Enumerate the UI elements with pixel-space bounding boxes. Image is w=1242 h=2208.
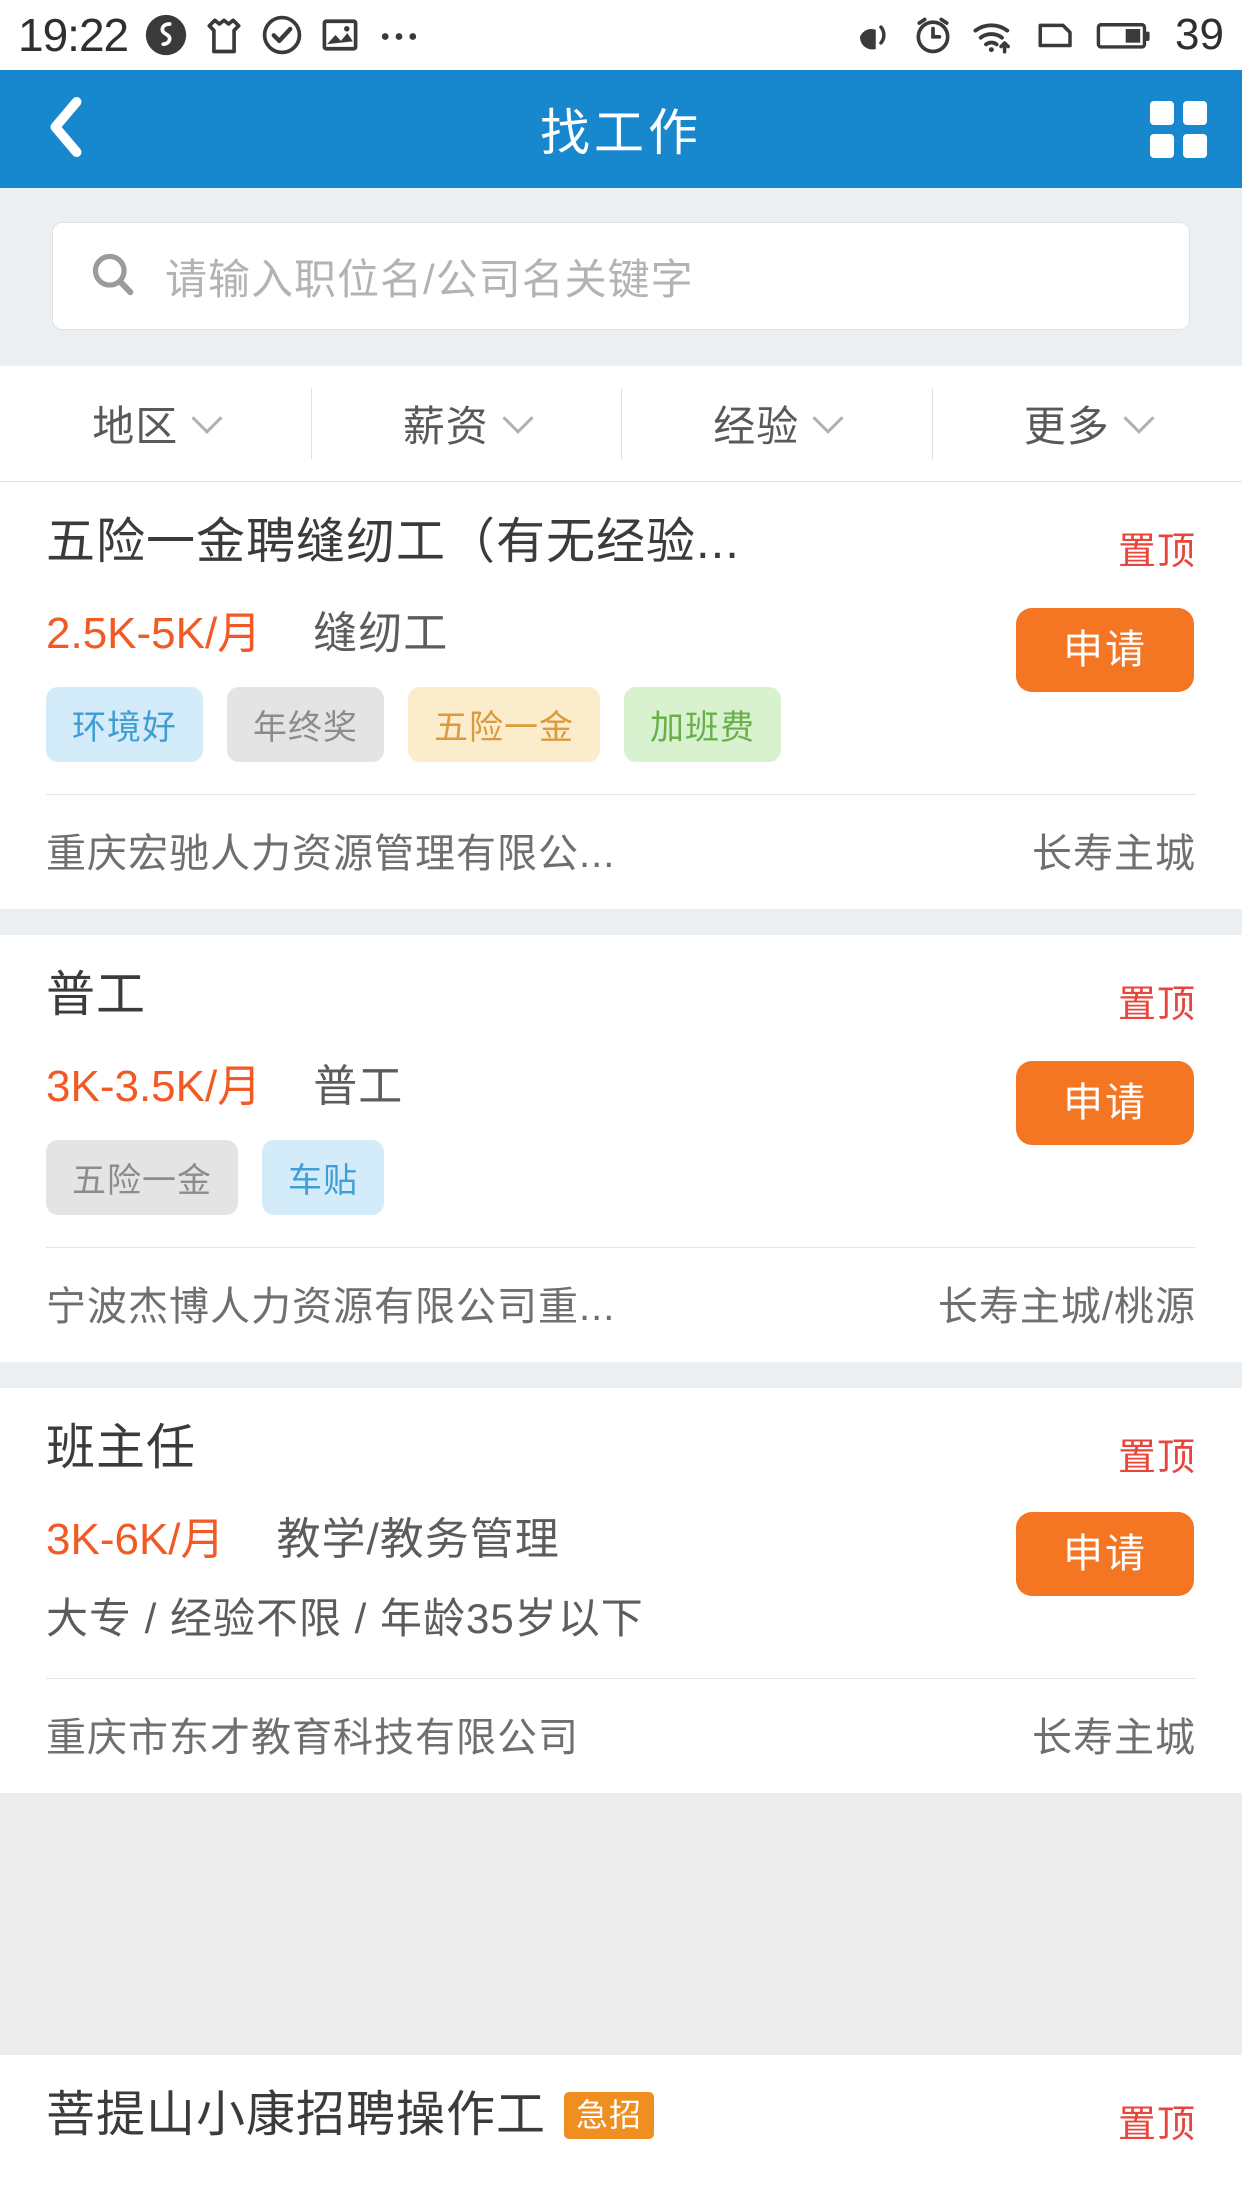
sim-card-icon bbox=[1033, 14, 1079, 56]
job-title: 菩提山小康招聘操作工 急招 bbox=[46, 2085, 1096, 2146]
page-title: 找工作 bbox=[540, 105, 702, 161]
job-title-text: 菩提山小康招聘操作工 bbox=[46, 2088, 547, 2142]
company-name: 宁波杰博人力资源有限公司重... bbox=[46, 1285, 616, 1329]
status-bar-time: 19:22 bbox=[18, 9, 129, 61]
chevron-left-icon bbox=[45, 96, 85, 163]
filter-more[interactable]: 更多 bbox=[931, 366, 1242, 481]
grid-menu-button[interactable] bbox=[1148, 99, 1208, 159]
job-tag: 五险一金 bbox=[408, 687, 600, 762]
job-category: 缝纫工 bbox=[313, 609, 449, 658]
company-name: 重庆市东才教育科技有限公司 bbox=[46, 1716, 579, 1760]
job-requirements: 大专 / 经验不限 / 年龄35岁以下 bbox=[46, 1595, 644, 1642]
pinned-badge: 置顶 bbox=[1117, 531, 1196, 573]
status-bar: 19:22 39 bbox=[0, 0, 1242, 70]
job-category: 教学/教务管理 bbox=[276, 1515, 560, 1564]
shirt-icon bbox=[202, 13, 246, 57]
app-header: 找工作 bbox=[0, 70, 1242, 188]
status-bar-left-icons bbox=[144, 13, 422, 57]
job-card[interactable]: 普工 置顶 3K-3.5K/月 普工 五险一金 车贴 申请 宁波杰博人力资源有限… bbox=[0, 935, 1242, 1362]
job-company-row: 宁波杰博人力资源有限公司重... 长寿主城/桃源 bbox=[46, 1248, 1196, 1362]
vibrate-icon bbox=[853, 14, 895, 56]
pinned-badge: 置顶 bbox=[1117, 2104, 1196, 2146]
job-tag: 环境好 bbox=[46, 687, 203, 762]
job-title-text: 普工 bbox=[46, 968, 147, 1022]
job-tag: 五险一金 bbox=[46, 1140, 238, 1215]
alarm-clock-icon bbox=[911, 13, 955, 57]
app-badge-icon bbox=[144, 13, 188, 57]
filter-region-label: 地区 bbox=[92, 403, 179, 450]
back-button[interactable] bbox=[34, 96, 96, 163]
job-title-row: 五险一金聘缝纫工（有无经验... 置顶 bbox=[46, 512, 1196, 575]
job-location: 长寿主城 bbox=[1032, 832, 1196, 876]
apply-button[interactable]: 申请 bbox=[1016, 1061, 1194, 1145]
job-card[interactable]: 菩提山小康招聘操作工 急招 置顶 bbox=[0, 2055, 1242, 2208]
urgent-badge: 急招 bbox=[564, 2092, 655, 2140]
job-tags: 环境好 年终奖 五险一金 加班费 bbox=[46, 687, 1196, 762]
job-salary: 3K-3.5K/月 bbox=[46, 1062, 262, 1111]
filter-experience-label: 经验 bbox=[713, 403, 800, 450]
list-separator bbox=[0, 909, 1242, 935]
search-section: 请输入职位名/公司名关键字 bbox=[0, 188, 1242, 366]
job-title-text: 五险一金聘缝纫工（有无经验... bbox=[46, 515, 740, 569]
chevron-down-icon bbox=[191, 402, 223, 434]
job-salary: 2.5K-5K/月 bbox=[46, 609, 262, 658]
list-separator bbox=[0, 1362, 1242, 1388]
chevron-down-icon bbox=[1123, 402, 1155, 434]
job-category: 普工 bbox=[313, 1062, 404, 1111]
job-company-row: 重庆宏驰人力资源管理有限公... 长寿主城 bbox=[46, 795, 1196, 909]
pinned-badge: 置顶 bbox=[1117, 984, 1196, 1026]
job-location: 长寿主城/桃源 bbox=[937, 1285, 1196, 1329]
chevron-down-icon bbox=[812, 402, 844, 434]
job-title-row: 菩提山小康招聘操作工 急招 置顶 bbox=[46, 2085, 1196, 2148]
job-title: 普工 bbox=[46, 965, 1096, 1026]
job-tag: 年终奖 bbox=[227, 687, 384, 762]
battery-icon bbox=[1095, 14, 1153, 56]
job-card[interactable]: 五险一金聘缝纫工（有无经验... 置顶 2.5K-5K/月 缝纫工 环境好 年终… bbox=[0, 482, 1242, 909]
job-tag: 加班费 bbox=[624, 687, 781, 762]
image-icon bbox=[318, 13, 362, 57]
job-title-row: 普工 置顶 bbox=[46, 965, 1196, 1028]
company-name: 重庆宏驰人力资源管理有限公... bbox=[46, 832, 616, 876]
search-placeholder: 请输入职位名/公司名关键字 bbox=[165, 255, 694, 303]
job-title-text: 班主任 bbox=[46, 1421, 197, 1475]
wifi-icon bbox=[971, 13, 1017, 57]
job-list: 五险一金聘缝纫工（有无经验... 置顶 2.5K-5K/月 缝纫工 环境好 年终… bbox=[0, 482, 1242, 1793]
filter-salary-label: 薪资 bbox=[402, 403, 489, 450]
filter-experience[interactable]: 经验 bbox=[621, 366, 932, 481]
job-title: 五险一金聘缝纫工（有无经验... bbox=[46, 512, 1096, 573]
apply-button[interactable]: 申请 bbox=[1016, 1512, 1194, 1596]
filter-region[interactable]: 地区 bbox=[0, 366, 311, 481]
filter-salary[interactable]: 薪资 bbox=[310, 366, 622, 481]
status-bar-right-icons: 39 bbox=[853, 10, 1224, 60]
filter-bar: 地区 薪资 经验 更多 bbox=[0, 366, 1242, 482]
job-tag: 车贴 bbox=[262, 1140, 384, 1215]
job-company-row: 重庆市东才教育科技有限公司 长寿主城 bbox=[46, 1679, 1196, 1793]
more-dots-icon bbox=[376, 13, 422, 57]
job-salary: 3K-6K/月 bbox=[46, 1515, 225, 1564]
check-circle-icon bbox=[260, 13, 304, 57]
search-icon bbox=[87, 248, 139, 305]
chevron-down-icon bbox=[502, 402, 534, 434]
filter-more-label: 更多 bbox=[1023, 403, 1110, 450]
grid-menu-icon bbox=[1149, 100, 1207, 158]
job-title: 班主任 bbox=[46, 1418, 1096, 1479]
job-title-row: 班主任 置顶 bbox=[46, 1418, 1196, 1481]
job-location: 长寿主城 bbox=[1032, 1716, 1196, 1760]
search-input[interactable]: 请输入职位名/公司名关键字 bbox=[52, 222, 1190, 330]
apply-button[interactable]: 申请 bbox=[1016, 608, 1194, 692]
job-card[interactable]: 班主任 置顶 3K-6K/月 教学/教务管理 大专 / 经验不限 / 年龄35岁… bbox=[0, 1388, 1242, 1793]
battery-percent: 39 bbox=[1175, 10, 1224, 59]
job-tags: 五险一金 车贴 bbox=[46, 1140, 1196, 1215]
pinned-badge: 置顶 bbox=[1117, 1437, 1196, 1479]
